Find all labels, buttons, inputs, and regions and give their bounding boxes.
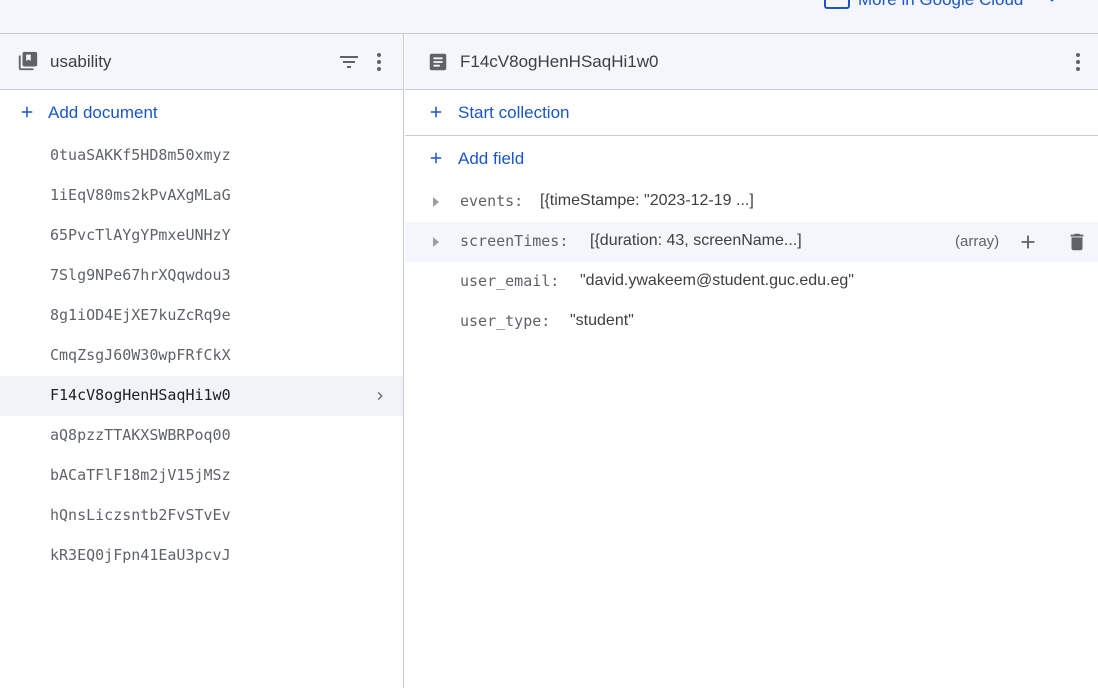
document-id: 8g1iOD4EjXE7kuZcRq9e: [50, 306, 231, 324]
document-id: aQ8pzzTTAKXSWBRPoq00: [50, 426, 231, 444]
field-row[interactable]: events: [{timeStampe: "2023-12-19 ...]: [405, 182, 1098, 222]
field-key: screenTimes:: [460, 232, 569, 250]
document-list-item[interactable]: bACaTFlF18m2jV15jMSz: [0, 456, 403, 496]
document-icon: [429, 53, 447, 71]
document-list-item[interactable]: hQnsLiczsntb2FvSTvEv: [0, 496, 403, 536]
filter-icon: [340, 56, 358, 68]
start-collection-label: Start collection: [458, 103, 570, 122]
document-title: F14cV8ogHenHSaqHi1w0: [460, 52, 659, 71]
document-list-item[interactable]: CmqZsgJ60W30wpFRfCkX: [0, 336, 403, 376]
field-key: user_type:: [460, 312, 551, 330]
collection-more-button[interactable]: [367, 50, 391, 74]
field-type: (array): [955, 233, 1000, 250]
field-key: events:: [460, 192, 524, 210]
document-more-button[interactable]: [1066, 50, 1090, 74]
document-list-item[interactable]: 0tuaSAKKf5HD8m50xmyz: [0, 136, 403, 176]
collection-icon: [18, 51, 38, 71]
chevron-right-icon: [377, 392, 383, 400]
document-id: bACaTFlF18m2jV15jMSz: [50, 466, 231, 484]
document-id: kR3EQ0jFpn41EaU3pcvJ: [50, 546, 231, 564]
field-value: "student": [570, 312, 634, 329]
collection-panel: usability Add document 0tuaSAKKf5HD8m50x…: [0, 34, 404, 688]
add-element-icon[interactable]: [1017, 231, 1039, 253]
document-header: F14cV8ogHenHSaqHi1w0: [405, 34, 1098, 90]
field-value: "david.ywakeem@student.guc.edu.eg": [580, 272, 854, 289]
trash-icon[interactable]: [1066, 230, 1088, 254]
document-list-item[interactable]: 65PvcTlAYgYPmxeUNHzY: [0, 216, 403, 256]
document-id: F14cV8ogHenHSaqHi1w0: [50, 386, 231, 404]
plus-icon: [430, 152, 442, 164]
document-list-item[interactable]: 8g1iOD4EjXE7kuZcRq9e: [0, 296, 403, 336]
field-row[interactable]: user_type: "student": [405, 302, 1098, 342]
document-list-item[interactable]: 7Slg9NPe67hrXQqwdou3: [0, 256, 403, 296]
field-key: user_email:: [460, 272, 560, 290]
document-id: 7Slg9NPe67hrXQqwdou3: [50, 266, 231, 284]
cloud-link-label: More in Google Cloud: [858, 0, 1023, 10]
document-list-item[interactable]: kR3EQ0jFpn41EaU3pcvJ: [0, 536, 403, 576]
document-id: CmqZsgJ60W30wpFRfCkX: [50, 346, 231, 364]
more-in-google-cloud-link[interactable]: More in Google Cloud: [824, 0, 1059, 10]
cloud-console-icon: [824, 0, 850, 9]
field-row[interactable]: user_email: "david.ywakeem@student.guc.ed…: [405, 262, 1098, 302]
expand-arrow-icon[interactable]: [431, 236, 441, 248]
expand-arrow-icon[interactable]: [431, 196, 441, 208]
chevron-down-icon: [1050, 0, 1055, 2]
collection-header: usability: [0, 34, 403, 90]
field-value: [{duration: 43, screenName...]: [590, 232, 802, 249]
start-collection-button[interactable]: Start collection: [405, 90, 1098, 136]
add-document-button[interactable]: Add document: [0, 90, 403, 136]
more-vert-icon: [377, 53, 381, 71]
document-id: 0tuaSAKKf5HD8m50xmyz: [50, 146, 231, 164]
document-id: 65PvcTlAYgYPmxeUNHzY: [50, 226, 231, 244]
collection-title: usability: [50, 52, 112, 71]
document-panel: F14cV8ogHenHSaqHi1w0 Start collection Ad…: [405, 34, 1098, 688]
document-list-item[interactable]: 1iEqV80ms2kPvAXgMLaG: [0, 176, 403, 216]
top-bar: More in Google Cloud: [0, 0, 1098, 34]
field-row[interactable]: screenTimes: [{duration: 43, screenName..…: [405, 222, 1098, 262]
document-id: hQnsLiczsntb2FvSTvEv: [50, 506, 231, 524]
field-list: events: [{timeStampe: "2023-12-19 ...] scr…: [405, 182, 1098, 342]
plus-icon: [430, 106, 442, 118]
document-list-item[interactable]: aQ8pzzTTAKXSWBRPoq00: [0, 416, 403, 456]
document-id: 1iEqV80ms2kPvAXgMLaG: [50, 186, 231, 204]
add-document-label: Add document: [48, 103, 158, 122]
document-list: 0tuaSAKKf5HD8m50xmyz 1iEqV80ms2kPvAXgMLaG…: [0, 136, 403, 576]
filter-button[interactable]: [337, 50, 361, 74]
add-field-label: Add field: [458, 149, 525, 168]
more-vert-icon: [1076, 53, 1080, 71]
plus-icon: [21, 106, 33, 118]
document-list-item[interactable]: F14cV8ogHenHSaqHi1w0: [0, 376, 403, 416]
field-value: [{timeStampe: "2023-12-19 ...]: [540, 192, 754, 209]
add-field-button[interactable]: Add field: [405, 136, 1098, 182]
